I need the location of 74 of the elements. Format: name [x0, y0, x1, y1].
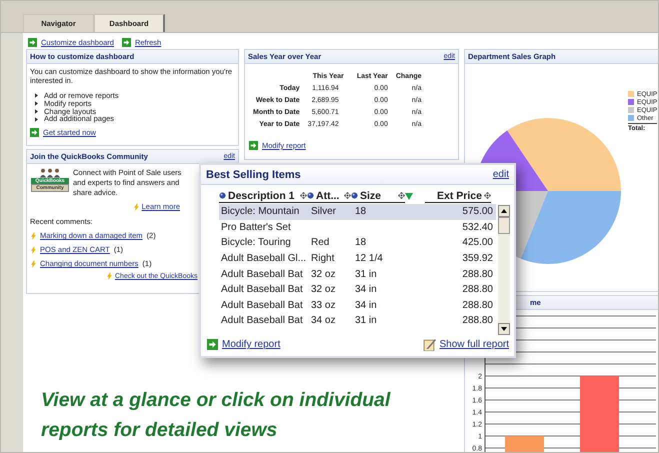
move-icon [484, 192, 491, 199]
ball-icon [351, 192, 358, 199]
table-cell-text: Adult Baseball Gl... [221, 253, 308, 264]
table-cell-text: 18 [355, 206, 368, 218]
down-arrow-icon [501, 327, 507, 331]
arrow-icon [207, 339, 218, 350]
bullet-icon [35, 93, 38, 98]
table-cell-text: Red [311, 237, 330, 248]
table-cell-text: 532.40 [461, 222, 493, 233]
table-cell-text: Adult Baseball Bat [221, 315, 304, 326]
caption-text: View at a glance or click on individual reports for detailed views [41, 388, 390, 443]
table-cell-text: 32 oz [311, 268, 336, 280]
table-cell-text: Adult Baseball Bat [221, 284, 304, 296]
move-icon [300, 192, 307, 199]
ball-icon [219, 192, 226, 199]
table-cell-text: Bicycle: Mountain [221, 206, 300, 218]
table-cell-text: Right [311, 253, 336, 264]
table-row[interactable]: Adult Baseball Bat 32 oz 34 in 288.80 [219, 282, 496, 298]
table-row[interactable]: Pro Batter's Set 532.40 [219, 220, 496, 236]
scrollbar[interactable] [498, 205, 510, 335]
table-cell-text: Pro Batter's Set [221, 222, 292, 233]
scroll-up-button[interactable] [498, 205, 510, 217]
table-row[interactable]: Adult Baseball Bat 33 oz 34 in 288.80 [219, 298, 496, 314]
table-cell-text: 34 oz [311, 315, 336, 326]
sort-descending-icon [405, 192, 413, 200]
scroll-down-button[interactable] [498, 323, 510, 335]
move-icon [398, 192, 405, 199]
table-cell-text: 31 in [355, 315, 378, 326]
table-cell-text: Bicycle: Touring [221, 237, 292, 248]
popup-title: Best Selling Items [206, 168, 301, 180]
arrow-icon [122, 38, 131, 46]
bar [505, 436, 544, 452]
table-row[interactable]: Adult Baseball Gl... Right 12 1/4 359.92 [219, 250, 496, 266]
table-cell-text: 425.00 [461, 237, 493, 248]
modify-report-link[interactable]: Modify report [222, 339, 280, 350]
column-header: Att... [316, 190, 340, 202]
arrow-icon [30, 128, 39, 138]
table-row[interactable]: Bicycle: Touring Red 18 425.00 [219, 235, 496, 251]
show-full-report-link[interactable]: Show full report [440, 339, 509, 350]
table-cell-text: 31 in [355, 268, 378, 280]
column-header: Size [360, 190, 382, 202]
table-cell-text: 288.80 [461, 268, 493, 280]
column-header: Ext Price [437, 190, 482, 202]
arrow-icon [249, 141, 258, 150]
table-row[interactable]: Adult Baseball Bat 34 oz 31 in 288.80 [219, 313, 496, 329]
table-cell-text: 34 in [355, 284, 378, 296]
table-cell-text: Adult Baseball Bat [221, 300, 304, 311]
table-cell-text: 34 in [355, 300, 378, 311]
notepad-icon [422, 338, 436, 351]
bullet-icon [35, 101, 38, 106]
table-cell-text: 288.80 [461, 315, 493, 326]
table-cell-text: 288.80 [461, 284, 493, 296]
scroll-thumb[interactable] [498, 217, 510, 234]
table-cell-text: 288.80 [461, 300, 493, 311]
lightning-icon [134, 202, 139, 210]
ball-icon [307, 192, 314, 199]
table-cell-text: Silver [311, 206, 338, 218]
edit-link[interactable]: edit [492, 169, 509, 180]
move-icon [344, 192, 351, 199]
bullet-icon [35, 116, 38, 122]
up-arrow-icon [501, 209, 507, 213]
table-cell-text: 575.00 [461, 206, 493, 218]
table-cell-text: Adult Baseball Bat [221, 268, 304, 280]
column-header: Description 1 [228, 190, 295, 202]
table-cell-text: 12 1/4 [355, 253, 384, 264]
table-cell-text: 18 [355, 237, 368, 248]
arrow-icon [28, 38, 37, 46]
lightning-icon [107, 272, 112, 280]
table-cell-text: 33 oz [311, 300, 336, 311]
bullet-icon [35, 108, 38, 114]
table-row[interactable]: Bicycle: Mountain Silver 18 575.00 [219, 204, 496, 220]
table-cell-text: 32 oz [311, 284, 336, 296]
table-row[interactable]: Adult Baseball Bat 32 oz 31 in 288.80 [219, 266, 496, 282]
table-cell-text: 359.92 [461, 253, 493, 264]
